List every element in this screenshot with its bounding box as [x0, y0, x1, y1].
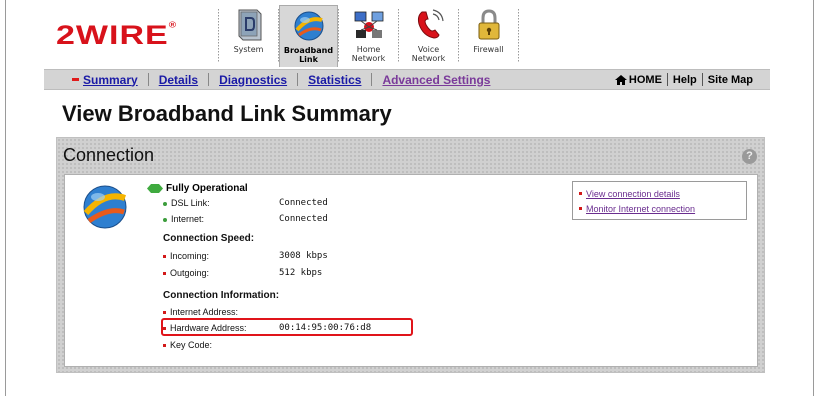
brand-reg-mark: ®: [168, 21, 178, 30]
dsl-link-value: Connected: [279, 198, 328, 208]
page-title: View Broadband Link Summary: [62, 101, 392, 126]
connection-status-text: Fully Operational: [166, 183, 248, 194]
bullet: [163, 272, 166, 276]
tab-home-network[interactable]: Home Network: [339, 5, 398, 67]
subnav-summary[interactable]: Summary: [44, 70, 148, 89]
home-network-icon: [339, 5, 398, 45]
connection-details: Fully Operational DSL Link: Connected In…: [64, 174, 758, 367]
subnav-details[interactable]: Details: [149, 70, 208, 89]
window-border-right: [813, 0, 814, 396]
bullet: [163, 344, 166, 348]
connection-speed-heading: Connection Speed:: [163, 233, 255, 244]
system-icon: [219, 5, 278, 45]
incoming-label: Incoming:: [170, 251, 210, 261]
home-link-label: HOME: [628, 73, 662, 86]
outgoing-label: Outgoing:: [170, 268, 210, 278]
site-map-link[interactable]: Site Map: [703, 74, 758, 86]
tab-voice-label-2: Network: [411, 54, 446, 63]
brand-logo-text: 2WIRE: [56, 20, 169, 51]
connection-information-heading: Connection Information:: [163, 290, 280, 301]
window-border-left: [5, 0, 6, 396]
subnav-diagnostics-link[interactable]: Diagnostics: [219, 73, 287, 87]
view-details-item: View connection details: [579, 186, 740, 201]
panel-title: Connection: [63, 145, 155, 165]
bullet: [163, 217, 167, 222]
main-tabs: System Broadband Link Home Network Voice…: [218, 5, 519, 67]
tab-system-label: System: [233, 45, 264, 54]
tab-firewall-label: Firewall: [473, 45, 504, 54]
brand-logo: 2WIRE®: [56, 22, 177, 49]
subnav-statistics[interactable]: Statistics: [298, 70, 371, 89]
dsl-link-label: DSL Link:: [171, 198, 210, 208]
status-ok-icon: [147, 184, 163, 193]
globe-icon: [83, 185, 127, 229]
bullet: [579, 207, 582, 210]
globe-icon: [280, 6, 337, 46]
utility-links: HOME Help Site Map: [610, 73, 770, 86]
tab-broadband-link[interactable]: Broadband Link: [279, 5, 338, 67]
key-code-label: Key Code:: [170, 340, 213, 350]
home-link[interactable]: HOME: [610, 74, 667, 86]
tab-broadband-label-1: Broadband: [283, 46, 334, 55]
tab-voice-network[interactable]: Voice Network: [399, 5, 458, 67]
subnav-statistics-link[interactable]: Statistics: [308, 73, 361, 87]
outgoing-value: 512 kbps: [279, 268, 323, 278]
subnav-advanced-settings-link[interactable]: Advanced Settings: [382, 73, 490, 87]
tab-home-label-1: Home: [356, 45, 381, 54]
view-connection-details-link[interactable]: View connection details: [586, 189, 680, 199]
help-icon[interactable]: ?: [742, 149, 757, 164]
monitor-internet-connection-link[interactable]: Monitor Internet connection: [586, 204, 695, 214]
connection-links-box: View connection details Monitor Internet…: [572, 181, 747, 220]
tab-broadband-label-2: Link: [299, 55, 318, 64]
subnav-details-link[interactable]: Details: [159, 73, 198, 87]
sub-navigation: Summary Details Diagnostics Statistics A…: [44, 69, 770, 90]
tab-system[interactable]: System: [219, 5, 278, 67]
internet-label: Internet:: [171, 214, 205, 224]
help-link[interactable]: Help: [668, 74, 702, 86]
monitor-item: Monitor Internet connection: [579, 201, 740, 216]
tab-firewall[interactable]: Firewall: [459, 5, 518, 67]
connection-panel: Connection ? Fully Operational DSL Link:…: [56, 137, 765, 373]
bullet: [163, 311, 166, 315]
phone-icon: [399, 5, 458, 45]
internet-address-label: Internet Address:: [170, 307, 239, 317]
hardware-address-highlight: [161, 318, 413, 336]
padlock-icon: [459, 5, 518, 45]
connection-status: Fully Operational: [147, 183, 248, 194]
tab-divider: [518, 9, 519, 63]
bullet: [579, 192, 582, 195]
subnav-summary-link[interactable]: Summary: [83, 73, 138, 87]
tab-home-label-2: Network: [351, 54, 386, 63]
incoming-value: 3008 kbps: [279, 251, 328, 261]
internet-value: Connected: [279, 214, 328, 224]
home-icon: [614, 74, 627, 85]
bullet: [163, 255, 166, 259]
tab-voice-label-1: Voice: [417, 45, 440, 54]
bullet: [163, 201, 167, 206]
subnav-diagnostics[interactable]: Diagnostics: [209, 70, 297, 89]
subnav-advanced-settings[interactable]: Advanced Settings: [372, 70, 500, 89]
current-page-marker: [72, 78, 79, 81]
